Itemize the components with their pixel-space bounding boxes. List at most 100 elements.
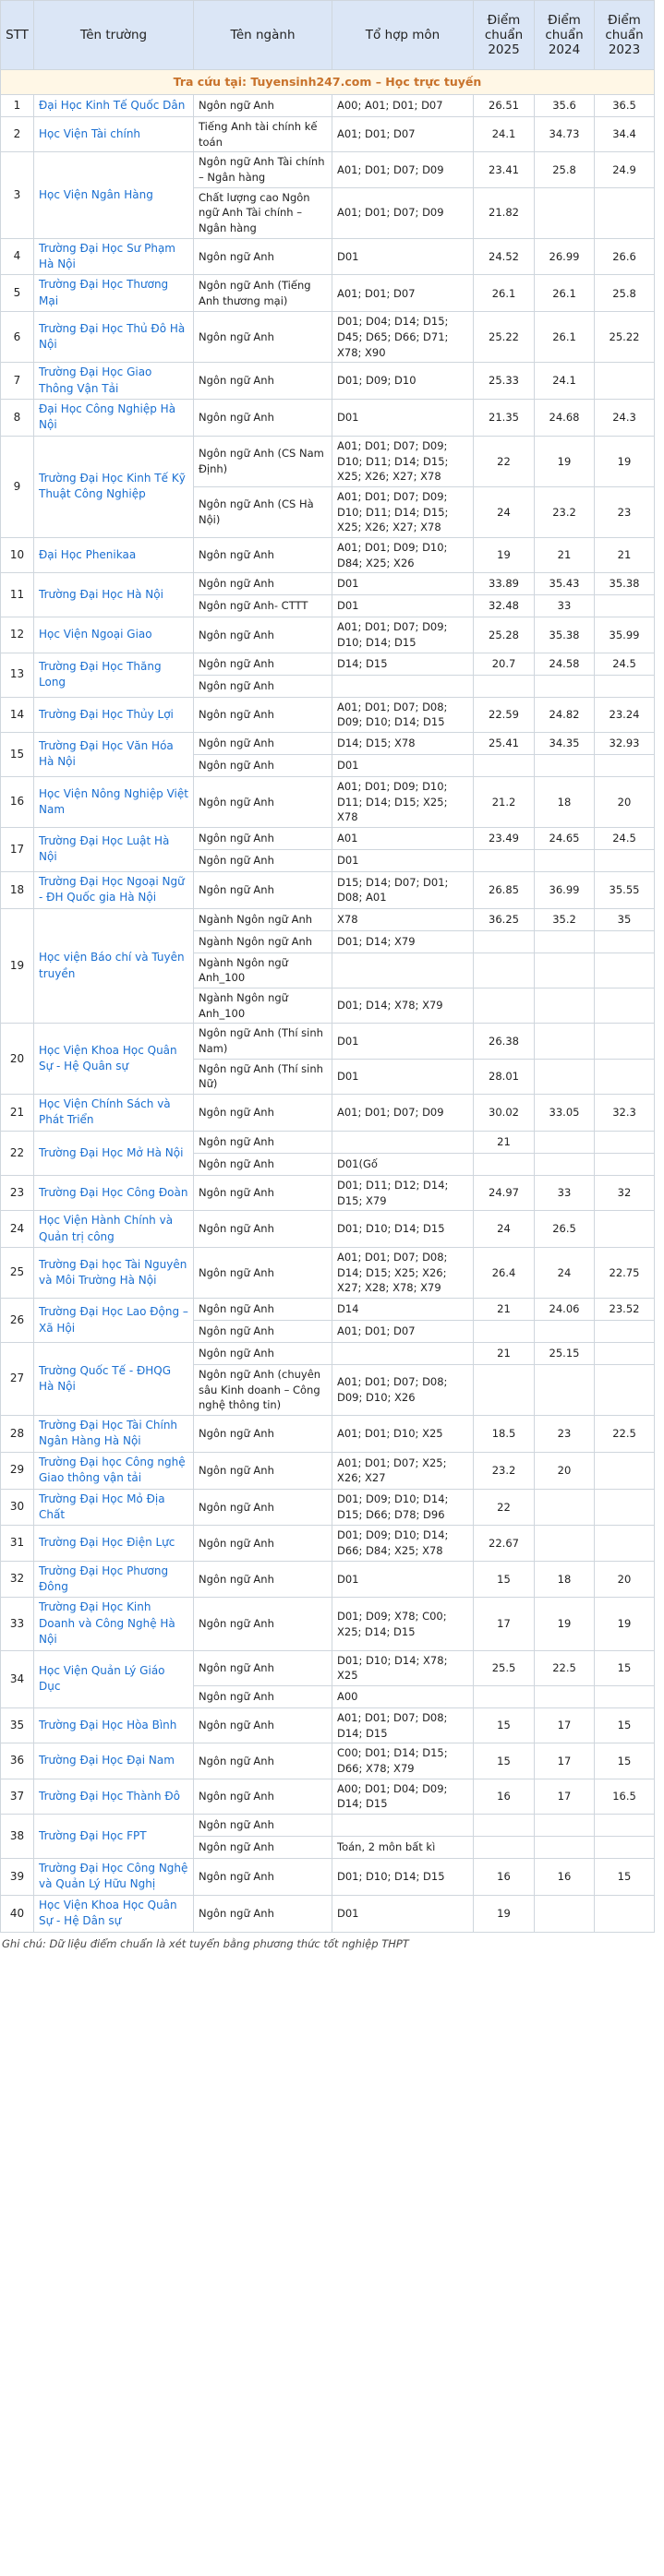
school-name-link[interactable]: Trường Đại Học Công Đoàn [33,1174,194,1212]
score-2023 [594,1894,655,1933]
school-name-link[interactable]: Trường Đại Học Thủy Lợi [33,696,194,733]
subject-combination: A01; D01; D07; D08; D14; D15 [332,1707,474,1744]
row-number: 14 [0,696,34,733]
major-name: Ngôn ngữ Anh- CTTT [193,594,332,618]
score-2023: 23.24 [594,696,655,733]
major-name: Ngôn ngữ Anh [193,652,332,676]
subject-combination: D14; D15 [332,652,474,676]
table-row: 9 Trường Đại Học Kinh Tế Kỹ Thuật Công Ng… [0,435,655,538]
score-2024 [534,674,595,698]
major-name: Ngôn ngữ Anh [193,1649,332,1687]
major-name: Ngôn ngữ Anh Tài chính – Ngân hàng [193,151,332,188]
school-name-link[interactable]: Trường Đại học Tài Nguyên và Môi Trường … [33,1246,194,1300]
score-2025: 23.49 [473,826,535,850]
table-row: 32 Trường Đại Học Phương Đông Ngôn ngữ Anh… [0,1560,655,1599]
school-name-link[interactable]: Học Viện Khoa Học Quân Sự - Hệ Quân sự [33,1023,194,1096]
score-2024: 26.1 [534,274,595,313]
score-2025: 33.89 [473,572,535,596]
subject-combination: D01 [332,1560,474,1599]
major-name: Ngành Ngôn ngữ Anh [193,929,332,953]
major-name: Ngôn ngữ Anh [193,1451,332,1490]
school-name-link[interactable]: Trường Đại Học Đại Nam [33,1743,194,1779]
subject-combination: D14 [332,1298,474,1321]
school-name-link[interactable]: Học Viện Nông Nghiệp Việt Nam [33,775,194,828]
score-2025: 15 [473,1743,535,1779]
table-row: 36 Trường Đại Học Đại Nam Ngôn ngữ Anh C00;… [0,1743,655,1779]
table-row: 40 Học Viện Khoa Học Quân Sự - Hệ Dân sự N… [0,1894,655,1933]
major-name: Ngôn ngữ Anh [193,1597,332,1651]
row-number: 24 [0,1210,34,1248]
major-name: Ngôn ngữ Anh [193,1685,332,1708]
score-2025: 25.28 [473,617,535,653]
school-name-link[interactable]: Trường Đại Học Hà Nội [33,572,194,618]
school-name-link[interactable]: Trường Đại Học Giao Thông Vận Tải [33,362,194,401]
school-name-link[interactable]: Đại Học Công Nghiệp Hà Nội [33,399,194,437]
school-name-link[interactable]: Học Viện Khoa Học Quân Sự - Hệ Dân sự [33,1894,194,1933]
school-name-link[interactable]: Trường Đại Học Tài Chính Ngân Hàng Hà Nộ… [33,1415,194,1453]
score-2025 [473,753,535,777]
school-name-link[interactable]: Trường Đại Học Hòa Bình [33,1707,194,1744]
score-2023 [594,1210,655,1248]
school-name-link[interactable]: Trường Đại Học FPT [33,1814,194,1860]
score-2024: 26.99 [534,237,595,276]
score-2023 [594,186,655,239]
school-name-link[interactable]: Học Viện Ngân Hàng [33,151,194,239]
school-name-link[interactable]: Học Viện Quản Lý Giáo Dục [33,1649,194,1709]
major-name: Ngôn ngữ Anh [193,617,332,653]
score-2025: 30.02 [473,1094,535,1132]
school-name-link[interactable]: Trường Đại Học Lao Động – Xã Hội [33,1298,194,1343]
school-name-link[interactable]: Trường Đại Học Điện Lực [33,1525,194,1562]
score-2025: 25.5 [473,1649,535,1687]
school-name-link[interactable]: Trường Đại Học Công Nghệ và Quản Lý Hữu … [33,1858,194,1896]
school-name-link[interactable]: Trường Đại Học Sư Phạm Hà Nội [33,237,194,276]
school-name-link[interactable]: Đại Học Kinh Tế Quốc Dân [33,94,194,117]
school-name-link[interactable]: Trường Đại Học Kinh Doanh và Công Nghệ H… [33,1597,194,1651]
subject-combination: D15; D14; D07; D01; D08; A01 [332,870,474,909]
school-name-link[interactable]: Trường Đại học Công nghệ Giao thông vận … [33,1451,194,1490]
score-2025: 21.2 [473,775,535,828]
school-name-link[interactable]: Trường Đại Học Thăng Long [33,652,194,698]
school-name-link[interactable]: Trường Đại Học Thương Mại [33,274,194,313]
subject-combination: A00; A01; D01; D07 [332,94,474,117]
subject-combination: A01; D01; D07 [332,1320,474,1343]
major-name: Ngôn ngữ Anh [193,1743,332,1779]
subject-combination: A01; D01; D07; D09 [332,186,474,239]
score-2023 [594,1342,655,1365]
table-row: 23 Trường Đại Học Công Đoàn Ngôn ngữ Anh D0… [0,1174,655,1212]
row-number: 18 [0,870,34,909]
school-name-link[interactable]: Trường Đại Học Mỏ Địa Chất [33,1488,194,1527]
score-2025: 21 [473,1130,535,1154]
table-row: 5 Trường Đại Học Thương Mại Ngôn ngữ Anh (… [0,274,655,313]
major-name: Ngôn ngữ Anh [193,572,332,596]
score-2023 [594,1058,655,1096]
school-name-link[interactable]: Học Viện Ngoại Giao [33,617,194,653]
score-2025: 26.1 [473,274,535,313]
score-2024: 35.6 [534,94,595,117]
row-number: 31 [0,1525,34,1562]
subject-combination: A01; D01; D07 [332,115,474,153]
school-name-link[interactable]: Trường Đại Học Luật Hà Nội [33,826,194,872]
row-number: 21 [0,1094,34,1132]
score-2024: 21 [534,536,595,574]
school-name-link[interactable]: Trường Đại Học Ngoại Ngữ - ĐH Quốc gia H… [33,870,194,909]
school-name-link[interactable]: Học Viện Tài chính [33,115,194,153]
school-name-link[interactable]: Đại Học Phenikaa [33,536,194,574]
school-name-link[interactable]: Trường Đại Học Mở Hà Nội [33,1130,194,1176]
school-name-link[interactable]: Học Viện Chính Sách và Phát Triển [33,1094,194,1132]
school-name-link[interactable]: Trường Đại Học Thủ Đô Hà Nội [33,311,194,364]
school-name-link[interactable]: Trường Đại Học Phương Đông [33,1560,194,1599]
table-row: 4 Trường Đại Học Sư Phạm Hà Nội Ngôn ngữ A… [0,237,655,276]
school-name-link[interactable]: Học Viện Hành Chính và Quản trị công [33,1210,194,1248]
school-name-link[interactable]: Trường Đại Học Kinh Tế Kỹ Thuật Công Ngh… [33,435,194,538]
score-2025: 26.38 [473,1023,535,1060]
row-number: 2 [0,115,34,153]
table-header: STT Tên trường Tên ngành Tổ hợp môn Điểm… [0,0,655,70]
school-name-link[interactable]: Trường Đại Học Thành Đô [33,1778,194,1815]
school-name-link[interactable]: Trường Đại Học Văn Hóa Hà Nội [33,731,194,777]
table-row: 37 Trường Đại Học Thành Đô Ngôn ngữ Anh A00… [0,1778,655,1815]
score-2023: 35 [594,907,655,931]
school-name-link[interactable]: Trường Quốc Tế - ĐHQG Hà Nội [33,1341,194,1417]
school-name-link[interactable]: Học viện Báo chí và Tuyên truyền [33,907,194,1024]
table-row: 7 Trường Đại Học Giao Thông Vận Tải Ngôn n… [0,362,655,401]
score-2024 [534,952,595,989]
